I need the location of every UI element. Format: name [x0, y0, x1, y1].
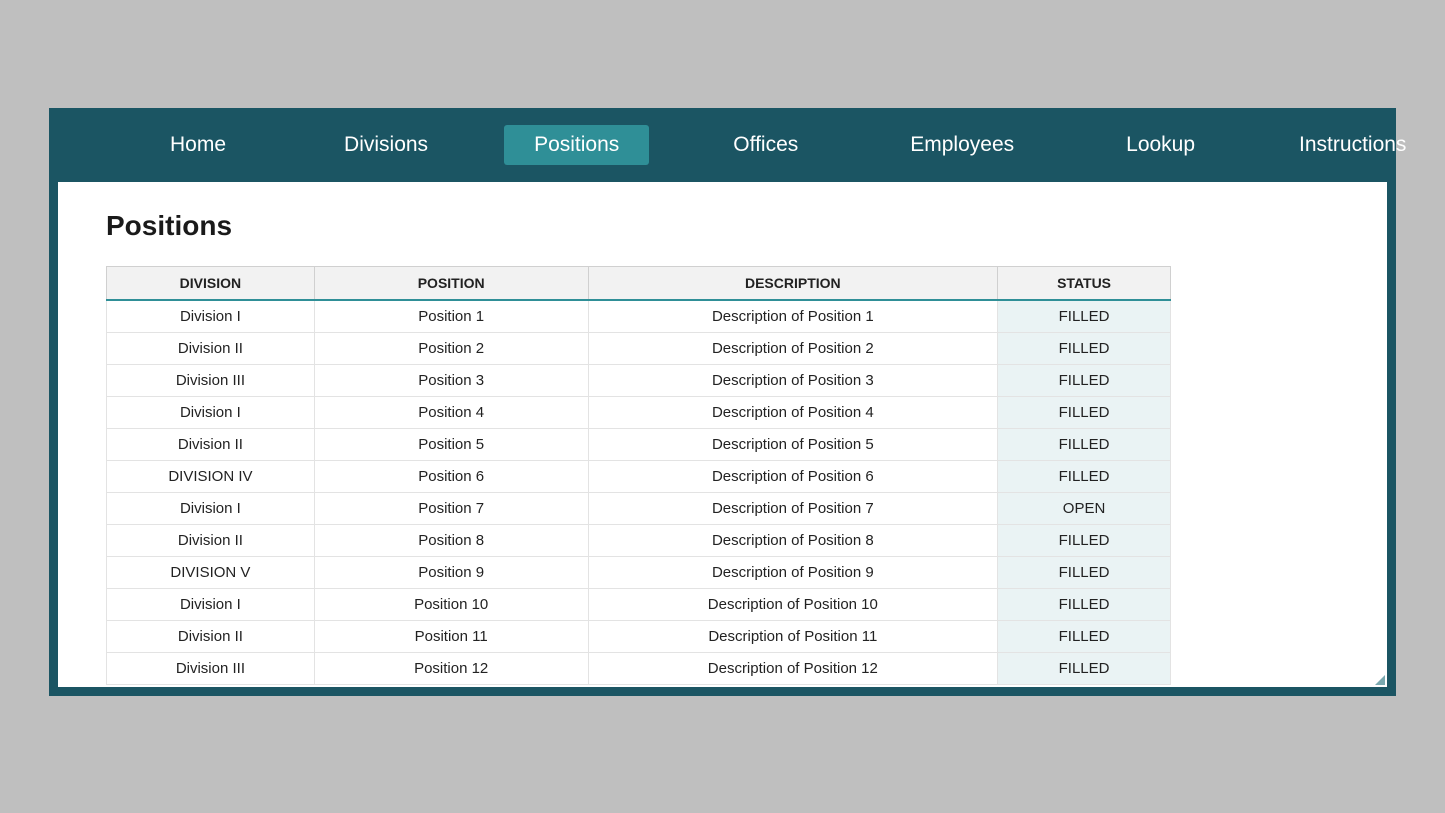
content-panel: Positions DIVISION POSITION DESCRIPTION … — [58, 182, 1387, 687]
cell-position: Position 12 — [314, 653, 588, 685]
table-row[interactable]: Division IPosition 1Description of Posit… — [107, 300, 1171, 333]
table-row[interactable]: Division IIPosition 8Description of Posi… — [107, 525, 1171, 557]
cell-position: Position 9 — [314, 557, 588, 589]
nav-employees[interactable]: Employees — [880, 125, 1044, 165]
cell-position: Position 3 — [314, 365, 588, 397]
page-title: Positions — [106, 210, 1339, 242]
nav-instructions[interactable]: Instructions — [1269, 125, 1436, 165]
table-row[interactable]: Division IPosition 10Description of Posi… — [107, 589, 1171, 621]
table-header-row: DIVISION POSITION DESCRIPTION STATUS — [107, 267, 1171, 301]
top-nav: Home Divisions Positions Offices Employe… — [58, 108, 1387, 182]
cell-division: Division I — [107, 397, 315, 429]
cell-description: Description of Position 2 — [588, 333, 998, 365]
nav-items: Home Divisions Positions Offices Employe… — [140, 125, 1436, 165]
col-status[interactable]: STATUS — [998, 267, 1171, 301]
cell-status: OPEN — [998, 493, 1171, 525]
cell-position: Position 5 — [314, 429, 588, 461]
col-position[interactable]: POSITION — [314, 267, 588, 301]
cell-description: Description of Position 12 — [588, 653, 998, 685]
nav-home[interactable]: Home — [140, 125, 256, 165]
cell-division: DIVISION IV — [107, 461, 315, 493]
table-row[interactable]: Division IIPosition 2Description of Posi… — [107, 333, 1171, 365]
cell-description: Description of Position 4 — [588, 397, 998, 429]
cell-position: Position 7 — [314, 493, 588, 525]
cell-position: Position 1 — [314, 300, 588, 333]
cell-description: Description of Position 8 — [588, 525, 998, 557]
cell-status: FILLED — [998, 397, 1171, 429]
app-logo-icon — [80, 128, 86, 163]
cell-description: Description of Position 1 — [588, 300, 998, 333]
cell-description: Description of Position 10 — [588, 589, 998, 621]
cell-status: FILLED — [998, 365, 1171, 397]
table-row[interactable]: Division IPosition 7Description of Posit… — [107, 493, 1171, 525]
cell-division: Division III — [107, 365, 315, 397]
cell-division: Division I — [107, 589, 315, 621]
table-row[interactable]: Division IIPosition 11Description of Pos… — [107, 621, 1171, 653]
cell-division: DIVISION V — [107, 557, 315, 589]
cell-division: Division I — [107, 300, 315, 333]
positions-table: DIVISION POSITION DESCRIPTION STATUS Div… — [106, 266, 1171, 685]
cell-division: Division II — [107, 525, 315, 557]
cell-division: Division II — [107, 621, 315, 653]
cell-division: Division III — [107, 653, 315, 685]
cell-status: FILLED — [998, 525, 1171, 557]
cell-division: Division II — [107, 429, 315, 461]
cell-description: Description of Position 11 — [588, 621, 998, 653]
nav-offices[interactable]: Offices — [703, 125, 828, 165]
cell-position: Position 10 — [314, 589, 588, 621]
cell-description: Description of Position 3 — [588, 365, 998, 397]
cell-division: Division I — [107, 493, 315, 525]
cell-status: FILLED — [998, 429, 1171, 461]
nav-divisions[interactable]: Divisions — [314, 125, 458, 165]
cell-status: FILLED — [998, 461, 1171, 493]
cell-position: Position 8 — [314, 525, 588, 557]
cell-description: Description of Position 7 — [588, 493, 998, 525]
cell-status: FILLED — [998, 589, 1171, 621]
nav-lookup[interactable]: Lookup — [1096, 125, 1225, 165]
cell-description: Description of Position 5 — [588, 429, 998, 461]
table-row[interactable]: Division IIPosition 5Description of Posi… — [107, 429, 1171, 461]
cell-status: FILLED — [998, 653, 1171, 685]
cell-description: Description of Position 9 — [588, 557, 998, 589]
cell-description: Description of Position 6 — [588, 461, 998, 493]
table-row[interactable]: Division IIIPosition 12Description of Po… — [107, 653, 1171, 685]
cell-position: Position 6 — [314, 461, 588, 493]
app-frame: Home Divisions Positions Offices Employe… — [49, 108, 1396, 696]
cell-position: Position 4 — [314, 397, 588, 429]
cell-status: FILLED — [998, 621, 1171, 653]
cell-status: FILLED — [998, 300, 1171, 333]
col-description[interactable]: DESCRIPTION — [588, 267, 998, 301]
col-division[interactable]: DIVISION — [107, 267, 315, 301]
cell-status: FILLED — [998, 333, 1171, 365]
cell-position: Position 11 — [314, 621, 588, 653]
cell-division: Division II — [107, 333, 315, 365]
nav-positions[interactable]: Positions — [504, 125, 649, 165]
table-row[interactable]: Division IIIPosition 3Description of Pos… — [107, 365, 1171, 397]
cell-position: Position 2 — [314, 333, 588, 365]
table-row[interactable]: DIVISION IVPosition 6Description of Posi… — [107, 461, 1171, 493]
table-row[interactable]: DIVISION VPosition 9Description of Posit… — [107, 557, 1171, 589]
table-row[interactable]: Division IPosition 4Description of Posit… — [107, 397, 1171, 429]
resize-handle-icon[interactable] — [1375, 675, 1385, 685]
cell-status: FILLED — [998, 557, 1171, 589]
